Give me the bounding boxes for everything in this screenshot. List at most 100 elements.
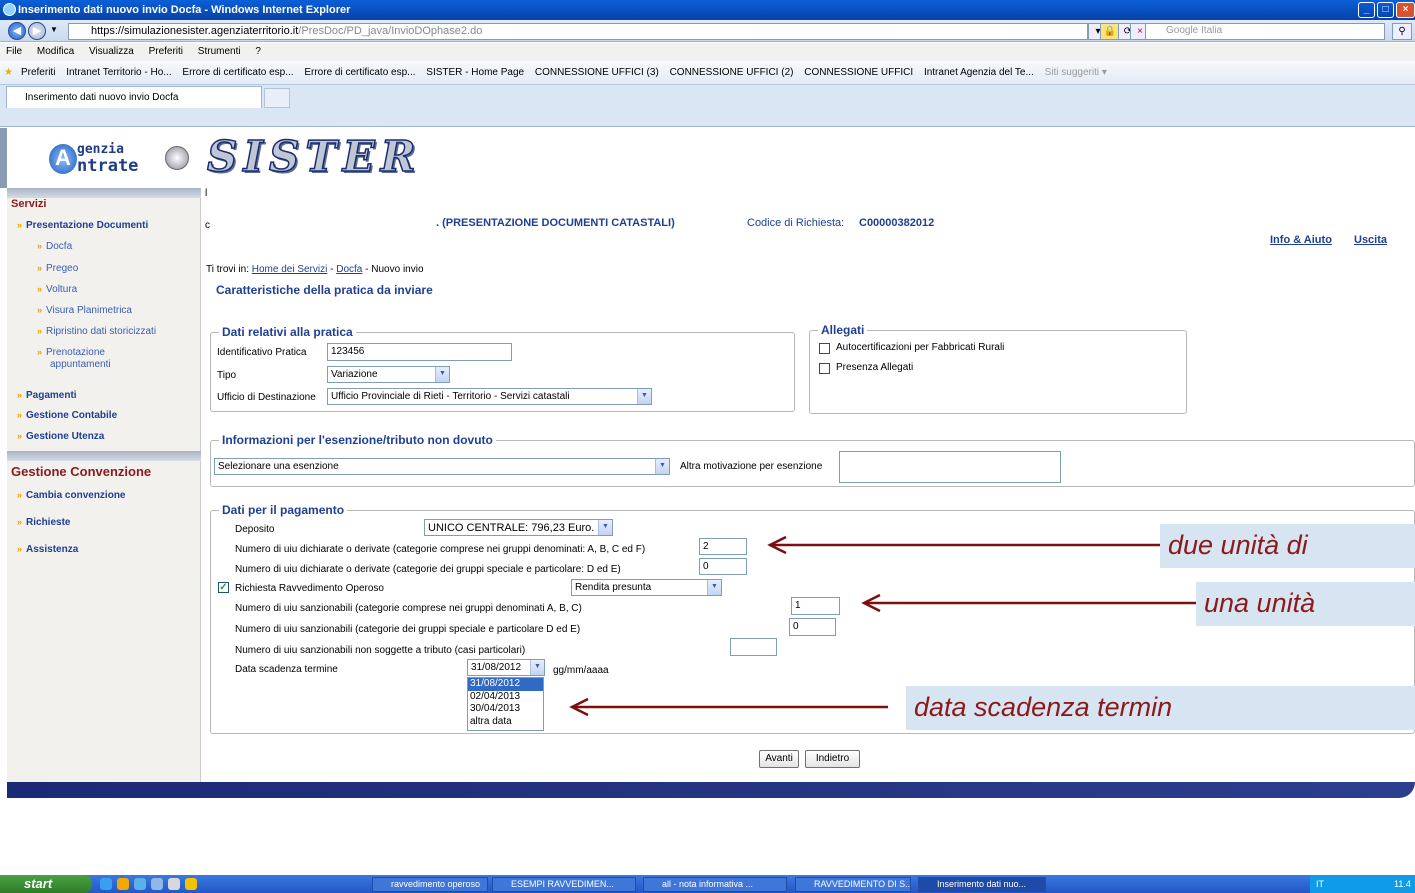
- chevron-down-icon: ▼: [530, 660, 544, 675]
- sidebar-item-voltura[interactable]: » Voltura: [37, 284, 77, 295]
- listbox-option[interactable]: altra data: [468, 716, 543, 729]
- listbox-option[interactable]: 30/04/2013: [468, 703, 543, 716]
- sidebar-item-ripristino[interactable]: » Ripristino dati storicizzati: [37, 326, 156, 337]
- site-header: A genzia ntrate SISTER: [0, 128, 1415, 188]
- sanz2-label: Numero di uiu sanzionabili (categorie de…: [235, 624, 581, 635]
- altra-motivazione-label: Altra motivazione per esenzione: [680, 461, 823, 472]
- maximize-button[interactable]: □: [1377, 2, 1394, 18]
- breadcrumb-home[interactable]: Home dei Servizi: [252, 264, 328, 275]
- info-aiuto-link[interactable]: Info & Aiuto: [1270, 234, 1332, 246]
- menu-help[interactable]: ?: [255, 46, 261, 57]
- data-scadenza-select[interactable]: 31/08/2012 ▼: [467, 659, 545, 676]
- tipo-select[interactable]: Variazione ▼: [327, 366, 450, 383]
- fav-preferiti[interactable]: Preferiti: [21, 67, 55, 78]
- task-ravvedimento[interactable]: ravvedimento operoso: [372, 877, 488, 892]
- ravvedimento-checkbox[interactable]: ✓: [218, 582, 229, 593]
- sidebar-item-pagamenti[interactable]: » Pagamenti: [17, 390, 77, 401]
- search-icon[interactable]: ⚲: [1392, 23, 1412, 40]
- sidebar: Servizi » Presentazione Documenti » Docfa …: [7, 188, 201, 782]
- esenzione-select[interactable]: Selezionare una esenzione ▼: [214, 458, 670, 475]
- history-dropdown-icon[interactable]: ▼: [50, 25, 58, 34]
- sidebar-item-prenotazione[interactable]: » Prenotazione: [37, 347, 105, 358]
- menu-file[interactable]: File: [6, 46, 22, 57]
- quicklaunch-ie-icon[interactable]: [100, 878, 112, 890]
- chevron-down-icon: ▼: [707, 580, 721, 595]
- start-button[interactable]: start: [0, 875, 92, 893]
- quicklaunch-firefox-icon[interactable]: [117, 878, 129, 890]
- menu-visualizza[interactable]: Visualizza: [89, 46, 134, 57]
- uscita-link[interactable]: Uscita: [1354, 234, 1387, 246]
- forward-button[interactable]: ▶: [28, 22, 46, 40]
- url-path: /PresDoc/PD_java/InvioDOphase2.do: [298, 25, 483, 37]
- window-titlebar: Inserimento dati nuovo invio Docfa - Win…: [0, 0, 1415, 20]
- presenza-allegati-checkbox[interactable]: [819, 363, 830, 374]
- breadcrumb: Ti trovi in: Home dei Servizi - Docfa - …: [206, 264, 424, 275]
- task-nota[interactable]: all - nota informativa ...: [643, 877, 787, 892]
- codice-label: Codice di Richiesta:: [747, 217, 845, 229]
- quicklaunch-app-icon[interactable]: [151, 878, 163, 890]
- rendita-select[interactable]: Rendita presunta ▼: [571, 579, 722, 596]
- fav-errore-2[interactable]: Errore di certificato esp...: [304, 67, 415, 78]
- sidebar-item-appuntamenti[interactable]: appuntamenti: [50, 359, 111, 370]
- ufficio-select[interactable]: Ufficio Provinciale di Rieti - Territori…: [327, 388, 652, 405]
- role-line: c: [205, 220, 210, 231]
- search-input[interactable]: Google Italia: [1145, 23, 1385, 40]
- fav-connessione[interactable]: CONNESSIONE UFFICI: [804, 67, 913, 78]
- sidebar-item-contabile[interactable]: » Gestione Contabile: [17, 410, 117, 421]
- back-button[interactable]: ◀: [8, 22, 26, 40]
- service-title: . (PRESENTAZIONE DOCUMENTI CATASTALI): [436, 217, 675, 229]
- lang-indicator[interactable]: IT: [1316, 875, 1324, 893]
- altra-motivazione-textarea[interactable]: [839, 451, 1061, 483]
- menu-strumenti[interactable]: Strumenti: [198, 46, 241, 57]
- fav-connessione-3[interactable]: CONNESSIONE UFFICI (3): [535, 67, 659, 78]
- url-input[interactable]: https://simulazionesister.agenziaterrito…: [68, 23, 1088, 40]
- avanti-button[interactable]: Avanti: [759, 750, 799, 768]
- sanz1-input[interactable]: 1: [791, 597, 840, 615]
- sidebar-item-docfa[interactable]: » Docfa: [37, 241, 72, 252]
- fav-connessione-2[interactable]: CONNESSIONE UFFICI (2): [670, 67, 794, 78]
- new-tab-button[interactable]: [264, 88, 290, 108]
- deposito-label: Deposito: [235, 524, 275, 535]
- sanz2-input[interactable]: 0: [789, 618, 836, 636]
- fav-errore-1[interactable]: Errore di certificato esp...: [182, 67, 293, 78]
- task-esempi[interactable]: ESEMPI RAVVEDIMEN...: [492, 877, 636, 892]
- lock-icon[interactable]: 🔒: [1100, 23, 1120, 40]
- emblem-icon: [165, 146, 189, 170]
- sidebar-divider: [7, 451, 201, 461]
- indietro-button[interactable]: Indietro: [805, 750, 860, 768]
- sidebar-item-cambia[interactable]: » Cambia convenzione: [17, 490, 125, 501]
- uiu1-input[interactable]: 2: [699, 538, 747, 555]
- sidebar-item-assistenza[interactable]: » Assistenza: [17, 544, 78, 555]
- minimize-button[interactable]: _: [1358, 2, 1375, 18]
- agenzia-entrate-logo[interactable]: A genzia ntrate: [49, 140, 199, 180]
- uiu2-input[interactable]: 0: [699, 558, 747, 575]
- close-window-button[interactable]: ×: [1396, 2, 1415, 18]
- listbox-option[interactable]: 31/08/2012: [468, 678, 543, 691]
- task-inserimento[interactable]: Inserimento dati nuo...: [918, 877, 1046, 892]
- sidebar-item-pregeo[interactable]: » Pregeo: [37, 263, 78, 274]
- fav-siti-suggeriti[interactable]: Siti suggeriti ▾: [1045, 67, 1107, 78]
- tab-active[interactable]: Inserimento dati nuovo invio Docfa: [6, 86, 262, 108]
- quicklaunch-doc-icon[interactable]: [168, 878, 180, 890]
- quicklaunch-office-icon[interactable]: [185, 878, 197, 890]
- id-pratica-input[interactable]: 123456: [327, 343, 512, 361]
- fav-intranet-agenzia[interactable]: Intranet Agenzia del Te...: [924, 67, 1034, 78]
- sidebar-item-visura[interactable]: » Visura Planimetrica: [37, 305, 132, 316]
- fav-sister-home[interactable]: SISTER - Home Page: [426, 67, 524, 78]
- sidebar-item-presentazione[interactable]: » Presentazione Documenti: [17, 220, 148, 231]
- data-scadenza-listbox[interactable]: 31/08/2012 02/04/2013 30/04/2013 altra d…: [467, 677, 544, 731]
- autocertificazioni-checkbox[interactable]: [819, 343, 830, 354]
- menu-modifica[interactable]: Modifica: [37, 46, 74, 57]
- quicklaunch-chrome-icon[interactable]: [134, 878, 146, 890]
- fav-intranet-territorio[interactable]: Intranet Territorio - Ho...: [66, 67, 171, 78]
- sanz3-input[interactable]: [730, 638, 777, 656]
- task-ravvedimento-doc[interactable]: RAVVEDIMENTO DI S...: [795, 877, 911, 892]
- deposito-select[interactable]: UNICO CENTRALE: 796,23 Euro. ▼: [424, 519, 613, 536]
- sidebar-item-richieste[interactable]: » Richieste: [17, 517, 70, 528]
- sidebar-item-utenza[interactable]: » Gestione Utenza: [17, 431, 104, 442]
- footer-band: [7, 782, 1415, 798]
- listbox-option[interactable]: 02/04/2013: [468, 691, 543, 704]
- breadcrumb-docfa[interactable]: Docfa: [336, 264, 362, 275]
- tab-bar: Inserimento dati nuovo invio Docfa: [0, 85, 1415, 127]
- menu-preferiti[interactable]: Preferiti: [149, 46, 183, 57]
